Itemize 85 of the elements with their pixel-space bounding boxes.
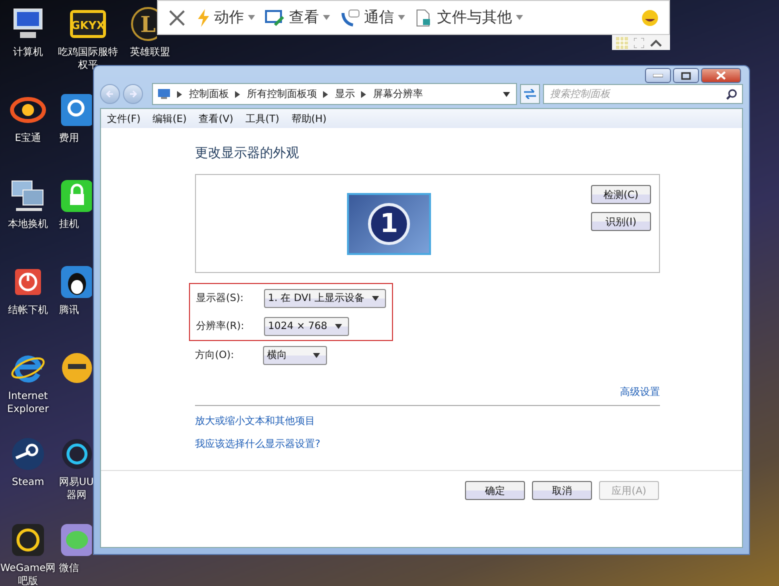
dropdown[interactable]: 1. 在 DVI 上显示设备 <box>264 288 386 308</box>
toolbar-menu-button[interactable]: 查看 <box>265 8 330 27</box>
chevron-icon <box>235 90 241 98</box>
dropdown[interactable]: 横向 <box>263 346 327 364</box>
help-link[interactable]: 放大或缩小文本和其他项目 <box>195 414 660 428</box>
breadcrumb-item[interactable]: 控制面板 <box>189 87 229 101</box>
monitor-number: 1 <box>368 203 410 245</box>
chat-icon[interactable] <box>59 522 92 558</box>
desktop-icon-label[interactable]: WeGame网 吧版 <box>0 562 56 586</box>
maximize-button[interactable] <box>673 68 699 83</box>
refresh-icon <box>523 89 537 99</box>
desktop-icon-label[interactable]: 挂机 <box>59 218 79 231</box>
caret-icon <box>248 15 255 20</box>
advanced-settings-link[interactable]: 高级设置 <box>620 385 660 399</box>
desktop-icon-label[interactable]: 结帐下机 <box>8 304 48 317</box>
desktop-icon-label[interactable]: E宝通 <box>14 132 42 145</box>
maximize-icon <box>681 72 691 80</box>
wegame-icon[interactable] <box>10 522 46 558</box>
close-button[interactable] <box>701 68 741 83</box>
setting-label: 分辨率(R): <box>196 320 246 333</box>
toolbar-menu-button[interactable]: 通信 <box>340 8 405 27</box>
penguin-icon[interactable] <box>59 264 92 300</box>
breadcrumb-item[interactable]: 显示 <box>335 87 355 101</box>
caret-icon[interactable] <box>503 92 510 96</box>
ring-icon[interactable] <box>59 436 92 472</box>
toolbar-menu-button[interactable]: 文件与其他 <box>415 8 523 27</box>
menu-item[interactable]: 查看(V) <box>198 112 234 126</box>
desktop-icon-label[interactable]: 网易UU 器网 <box>59 476 94 502</box>
caret-icon <box>313 352 320 358</box>
chevron-icon <box>177 90 183 98</box>
smiley-icon[interactable] <box>641 8 659 26</box>
dropdown[interactable]: 1024 × 768 <box>264 316 350 336</box>
monitor-thumbnail[interactable]: 1 <box>347 193 431 255</box>
setting-label: 方向(O): <box>195 348 236 362</box>
caret-icon <box>335 324 342 328</box>
caret-icon <box>516 15 523 20</box>
expand-icon[interactable] <box>634 38 644 48</box>
caret-icon <box>398 15 405 20</box>
breadcrumb-item[interactable]: 所有控制面板项 <box>247 87 317 101</box>
game-logo-icon[interactable]: L <box>130 6 157 42</box>
logo-text: L <box>140 12 156 38</box>
caret-icon <box>323 15 330 20</box>
desktop-icon-label[interactable]: Steam <box>12 476 44 489</box>
lock-icon[interactable] <box>59 178 92 214</box>
page-heading: 更改显示器的外观 <box>195 145 300 162</box>
close-icon <box>716 71 726 80</box>
help-link[interactable]: 我应该选择什么显示器设置? <box>195 437 660 451</box>
dialog-button[interactable]: 取消 <box>532 481 592 500</box>
breadcrumb-item[interactable]: 屏幕分辨率 <box>373 87 423 101</box>
lightning-icon <box>196 8 210 26</box>
file-icon <box>415 8 433 26</box>
setting-label: 显示器(S): <box>196 292 245 305</box>
menu-item[interactable]: 编辑(E) <box>152 112 187 126</box>
computers-icon[interactable] <box>10 178 46 214</box>
menu-item[interactable]: 文件(F) <box>107 112 141 126</box>
desktop-icon-label[interactable]: 英雄联盟 <box>130 46 170 59</box>
refresh-button[interactable] <box>520 84 540 104</box>
close-icon[interactable] <box>168 8 186 26</box>
steam-icon[interactable] <box>10 436 46 472</box>
preview-button[interactable]: 检测(C) <box>591 185 651 204</box>
caret-icon <box>372 296 380 300</box>
desktop-icon-label[interactable]: Internet Explorer <box>7 390 49 416</box>
dialog-button[interactable]: 确定 <box>465 481 525 500</box>
control-panel-icon <box>157 88 171 100</box>
desktop-icon-label[interactable]: 费用 <box>59 132 79 145</box>
chevron-icon <box>361 90 367 98</box>
phone-chat-icon <box>340 8 360 26</box>
desktop-icon-label[interactable]: 本地换机 <box>8 218 48 231</box>
minimize-icon <box>653 74 663 78</box>
preview-button[interactable]: 识别(I) <box>591 212 651 231</box>
chevron-icon <box>323 90 329 98</box>
forward-arrow-icon <box>128 89 138 99</box>
monitor-icon <box>265 8 285 26</box>
menu-item[interactable]: 帮助(H) <box>291 112 327 126</box>
desktop-icon-label[interactable]: 吃鸡国际服特 权平 <box>58 46 118 72</box>
desktop-icon-label[interactable]: 计算机 <box>13 46 43 59</box>
toolbar-menu-button[interactable]: 动作 <box>196 8 255 27</box>
desktop-icon-label[interactable]: 腾讯 <box>59 304 79 317</box>
back-arrow-icon <box>105 89 115 99</box>
address-bar[interactable]: 控制面板 所有控制面板项 显示 屏幕分辨率 <box>152 83 517 105</box>
search-field[interactable]: 搜索控制面板 <box>543 84 743 104</box>
menu-item[interactable]: 工具(T) <box>245 112 280 126</box>
desktop-icon-label[interactable]: 微信 <box>59 562 79 575</box>
minimize-button[interactable] <box>645 68 671 83</box>
caret-up-icon[interactable] <box>650 38 662 46</box>
